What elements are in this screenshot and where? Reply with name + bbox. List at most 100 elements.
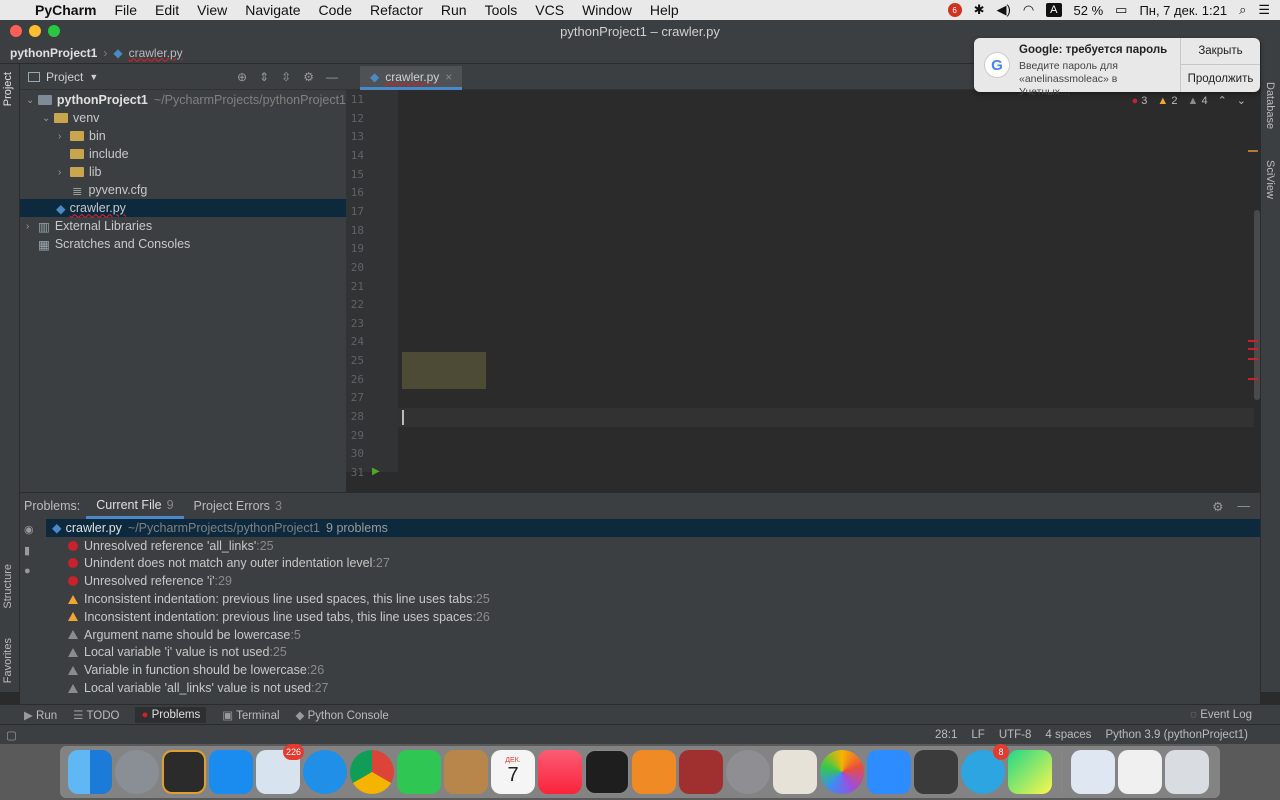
music-icon[interactable] <box>538 750 582 794</box>
expand-all-icon[interactable]: ⇕ <box>259 70 269 84</box>
menu-help[interactable]: Help <box>641 2 688 18</box>
caret-position[interactable]: 28:1 <box>935 729 957 741</box>
python-folder-icon[interactable] <box>1071 750 1115 794</box>
code-editor[interactable]: ● 3 ▲ 2 ▲ 4 ⌃ ⌄ <box>398 90 1254 472</box>
tool-windows-toggle-icon[interactable]: ▢ <box>6 728 17 742</box>
close-window-button[interactable] <box>10 25 22 37</box>
control-center-icon[interactable]: ☰ <box>1258 2 1270 18</box>
menu-code[interactable]: Code <box>310 2 361 18</box>
menu-refactor[interactable]: Refactor <box>361 2 432 18</box>
launchpad-icon[interactable] <box>115 750 159 794</box>
mail-icon[interactable]: 226 <box>256 744 304 794</box>
pycharm-icon[interactable] <box>1008 750 1052 794</box>
tree-item-crawler[interactable]: ◆ crawler.py <box>20 199 346 217</box>
chevron-down-icon[interactable]: ▼ <box>89 72 98 82</box>
facetime-icon[interactable] <box>397 750 441 794</box>
menu-vcs[interactable]: VCS <box>526 2 573 18</box>
tree-item-pyvenv[interactable]: ≣ pyvenv.cfg <box>20 181 346 199</box>
zoom-icon[interactable] <box>867 750 911 794</box>
notification-continue-button[interactable]: Продолжить <box>1181 65 1260 92</box>
preview-icon[interactable] <box>773 750 817 794</box>
finder-icon[interactable] <box>68 750 112 794</box>
menu-edit[interactable]: Edit <box>146 2 188 18</box>
bluetooth-icon[interactable]: ✱ <box>974 2 985 18</box>
downloads-icon[interactable] <box>1118 750 1162 794</box>
tree-item-lib[interactable]: › lib <box>20 163 346 181</box>
clock[interactable]: Пн, 7 дек. 1:21 <box>1139 3 1227 18</box>
volume-icon[interactable]: ◀) <box>996 2 1010 18</box>
indent-setting[interactable]: 4 spaces <box>1045 729 1091 741</box>
app-store-icon[interactable] <box>209 750 253 794</box>
preview-app-icon[interactable] <box>162 750 206 794</box>
password-notification[interactable]: G Google: требуется пароль Введите парол… <box>974 38 1260 98</box>
chevron-down-icon[interactable]: ⌄ <box>26 95 38 106</box>
chevron-right-icon[interactable]: › <box>26 221 38 232</box>
minimize-window-button[interactable] <box>29 25 41 37</box>
hide-panel-icon[interactable]: — <box>1238 499 1251 514</box>
error-stripe-mark[interactable] <box>1248 150 1258 152</box>
problem-item[interactable]: Unresolved reference 'all_links':25 <box>46 537 1260 555</box>
menu-run[interactable]: Run <box>432 2 476 18</box>
zoom-window-button[interactable] <box>48 25 60 37</box>
tree-item-venv[interactable]: ⌄ venv <box>20 109 346 127</box>
wifi-icon[interactable]: ◠ <box>1023 2 1034 18</box>
chevron-right-icon[interactable]: › <box>58 131 70 142</box>
tree-item-scratches[interactable]: ▦ Scratches and Consoles <box>20 235 346 253</box>
error-stripe-mark[interactable] <box>1248 378 1258 380</box>
file-encoding[interactable]: UTF-8 <box>999 729 1032 741</box>
system-preferences-icon[interactable] <box>726 750 770 794</box>
problem-item[interactable]: Unresolved reference 'i':29 <box>46 572 1260 590</box>
calendar-icon[interactable]: ДЕК. 7 <box>491 750 535 794</box>
run-gutter-icon[interactable]: ▶ <box>372 466 380 477</box>
safari-icon[interactable] <box>303 750 347 794</box>
eye-icon[interactable]: ◉ <box>24 523 34 536</box>
tool-event-log[interactable]: ◌ Event Log <box>1190 709 1280 721</box>
sublime-text-icon[interactable] <box>914 750 958 794</box>
photo-booth-icon[interactable] <box>679 750 723 794</box>
gear-icon[interactable]: ⚙ <box>1212 499 1223 514</box>
notification-close-button[interactable]: Закрыть <box>1181 38 1260 65</box>
breadcrumb-project[interactable]: pythonProject1 <box>10 46 97 60</box>
database-tool-tab[interactable]: Database <box>1264 82 1276 129</box>
tree-item-external-libraries[interactable]: › ▥ External Libraries <box>20 217 346 235</box>
tab-project-errors[interactable]: Project Errors 3 <box>184 493 292 519</box>
menu-window[interactable]: Window <box>573 2 641 18</box>
tool-problems[interactable]: ● Problems <box>135 706 207 723</box>
weak-warning-count[interactable]: ▲ 4 <box>1187 95 1207 107</box>
chevron-down-icon[interactable]: ⌄ <box>42 113 54 124</box>
problem-item[interactable]: Inconsistent indentation: previous line … <box>46 590 1260 608</box>
app-menu[interactable]: PyCharm <box>26 2 105 18</box>
telegram-icon[interactable]: 8 <box>961 744 1009 794</box>
chevron-up-icon[interactable]: ⌃ <box>1218 94 1227 107</box>
favorites-tool-tab[interactable]: Favorites <box>2 638 14 683</box>
problem-item[interactable]: Unindent does not match any outer indent… <box>46 555 1260 573</box>
tool-terminal[interactable]: ▣ Terminal <box>222 708 279 722</box>
python-interpreter[interactable]: Python 3.9 (pythonProject1) <box>1105 729 1248 741</box>
preview-icon[interactable]: ▮ <box>24 544 34 557</box>
tool-run[interactable]: ▶ Run <box>24 708 57 722</box>
menu-navigate[interactable]: Navigate <box>236 2 309 18</box>
menu-view[interactable]: View <box>188 2 236 18</box>
photos-icon[interactable] <box>820 750 864 794</box>
close-icon[interactable]: × <box>445 70 452 84</box>
spotlight-search-icon[interactable]: ⌕ <box>1239 2 1246 18</box>
tree-item-bin[interactable]: › bin <box>20 127 346 145</box>
structure-tool-tab[interactable]: Structure <box>2 564 14 609</box>
trash-icon[interactable] <box>1165 750 1209 794</box>
error-stripe-mark[interactable] <box>1248 340 1258 342</box>
error-stripe-mark[interactable] <box>1248 358 1258 360</box>
problem-item[interactable]: Local variable 'i' value is not used:25 <box>46 644 1260 662</box>
breadcrumb-file[interactable]: crawler.py <box>129 46 183 60</box>
battery-status[interactable]: 52 % <box>1074 3 1104 18</box>
tool-python-console[interactable]: ◆ Python Console <box>296 708 389 722</box>
problem-item[interactable]: Inconsistent indentation: previous line … <box>46 608 1260 626</box>
tree-item-include[interactable]: include <box>20 145 346 163</box>
error-stripe-mark[interactable] <box>1248 348 1258 350</box>
chrome-icon[interactable] <box>350 750 394 794</box>
chevron-right-icon[interactable]: › <box>58 167 70 178</box>
menu-file[interactable]: File <box>105 2 146 18</box>
contacts-icon[interactable] <box>444 750 488 794</box>
problem-item[interactable]: Variable in function should be lowercase… <box>46 661 1260 679</box>
tab-crawler[interactable]: ◆ crawler.py × <box>360 66 463 90</box>
collapse-all-icon[interactable]: ⇳ <box>281 70 291 84</box>
